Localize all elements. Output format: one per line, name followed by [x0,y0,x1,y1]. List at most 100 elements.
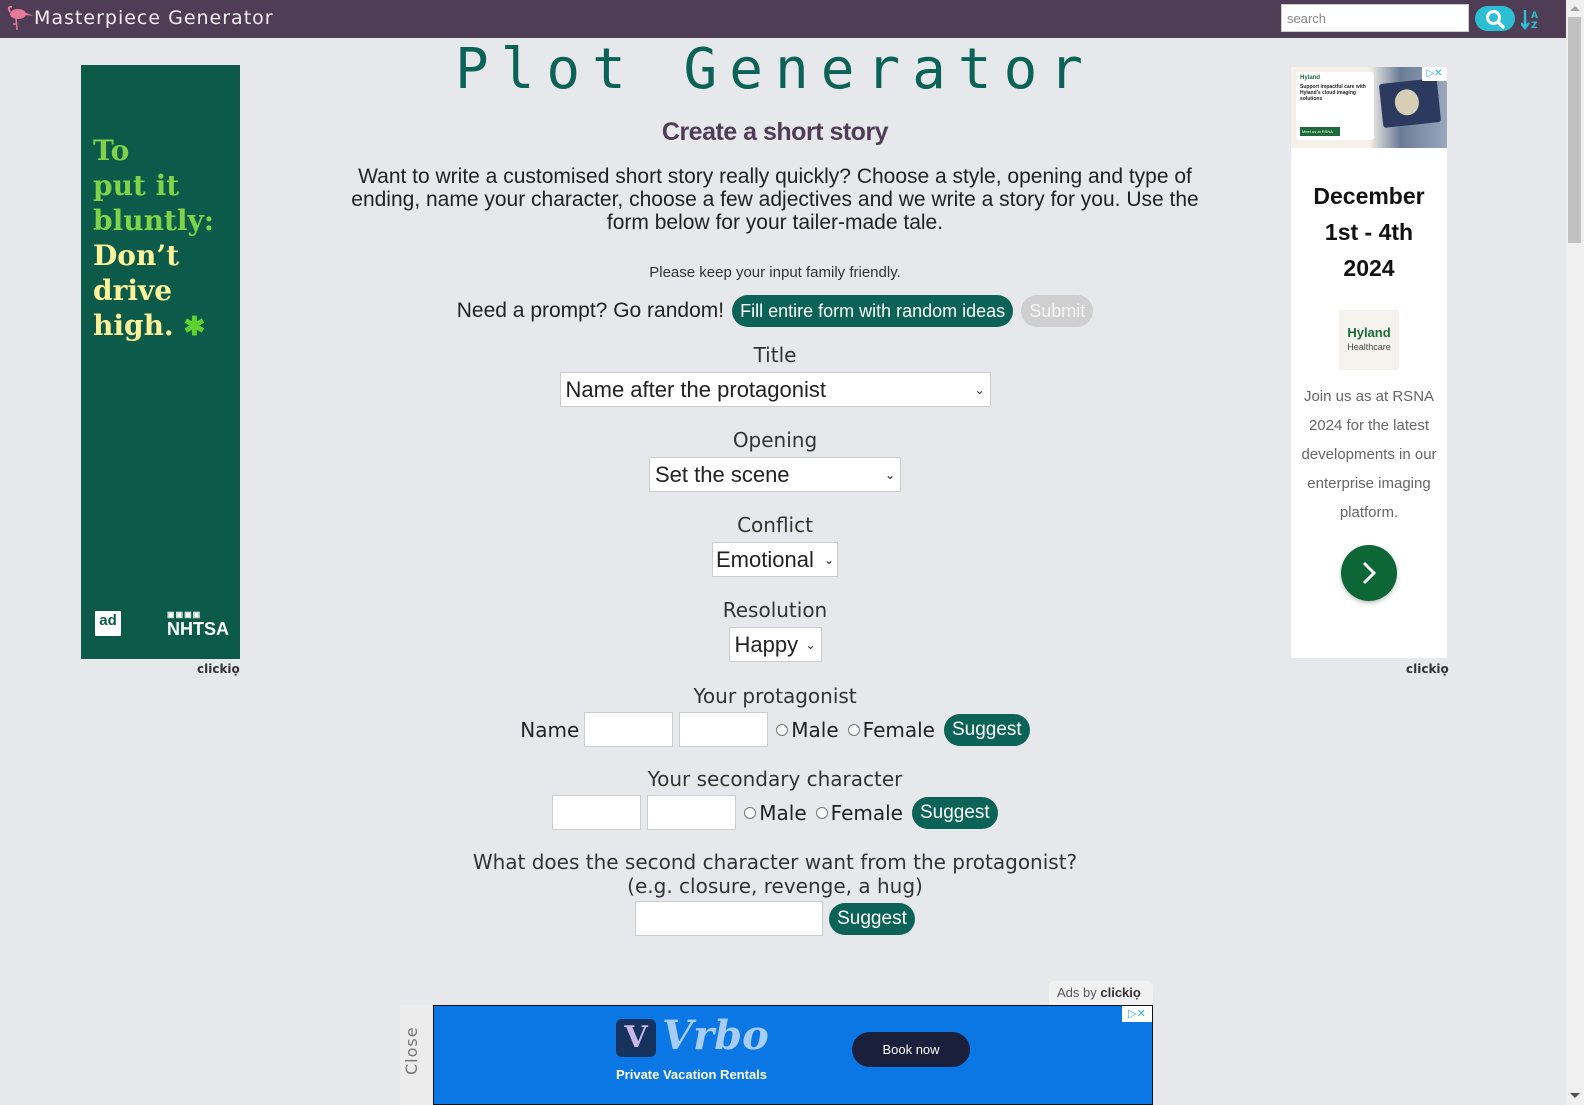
right-ad-card-logo: Hyland [1300,75,1321,81]
scrollbar-thumb[interactable] [1568,17,1581,243]
resolution-label: Resolution [722,598,828,622]
ad-line-text: high. [93,309,174,342]
submit-button[interactable]: Submit [1021,295,1094,327]
date-line: 2024 [1343,255,1395,281]
scroll-up-arrow-icon[interactable] [1570,6,1580,11]
search-input[interactable] [1281,4,1469,32]
vrbo-tagline: Private Vacation Rentals [616,1067,768,1082]
resolution-select-value: Happy [734,631,799,657]
nhtsa-text: NHTSA [167,619,229,639]
protagonist-suggest-button[interactable]: Suggest [943,713,1030,746]
right-banner-ad[interactable]: Hyland Support impactful care with Hylan… [1291,67,1447,658]
ad-line: Don’t [93,239,179,272]
chevron-down-icon: ⌄ [974,382,985,397]
skull-scan-icon [1393,88,1421,117]
secondary-first-name-input[interactable] [552,795,642,830]
vrbo-wordmark: Vrbo [662,1012,769,1059]
ad-line: high. ✱ [93,308,214,345]
top-nav-bar: Masterpiece Generator A Z [0,0,1566,38]
want-suggest-button[interactable]: Suggest [829,902,915,935]
radio-label: Male [791,717,839,742]
search-button[interactable] [1475,6,1515,31]
nhtsa-pictograms-icon: ▣▣▣▣ [167,610,202,619]
opening-label: Opening [732,428,818,452]
adchoices-icon[interactable]: ▷✕ [1122,1006,1152,1022]
radio-label: Female [830,800,903,825]
chevron-down-icon: ⌄ [884,467,895,482]
scroll-down-arrow-icon[interactable] [1570,1093,1580,1098]
main-content: Plot Generator Create a short story Want… [330,38,1220,936]
hyland-logo-sub: Healthcare [1347,342,1391,352]
resolution-select[interactable]: Happy ⌄ [728,627,822,662]
secondary-suggest-button[interactable]: Suggest [911,796,998,829]
book-now-button[interactable]: Book now [852,1032,970,1067]
conflict-field: Conflict Emotional ⌄ [330,513,1220,577]
ad-line: To [93,134,130,167]
secondary-last-name-input[interactable] [647,795,737,830]
date-line: December [1313,183,1425,209]
opening-field: Opening Set the scene ⌄ [330,428,1220,492]
close-ad-label: Close [402,1026,421,1075]
brand-link[interactable]: Masterpiece Generator [4,4,274,32]
brand-name: Masterpiece Generator [34,7,274,29]
adchoices-icon[interactable]: ▷✕ [1422,67,1447,81]
title-select[interactable]: Name after the protagonist ⌄ [559,372,991,407]
left-ad-copy: To put it bluntly: Don’t drive high. ✱ [93,133,214,345]
right-ad-card: Hyland Support impactful care with Hylan… [1296,72,1374,140]
ads-by-brand: clickiọ [1100,985,1141,1000]
radio-label: Male [759,800,807,825]
radio-circle-icon [744,806,757,819]
radio-circle-icon [815,806,828,819]
ad-line: drive [93,274,173,307]
protagonist-first-name-input[interactable] [584,712,674,747]
opening-select[interactable]: Set the scene ⌄ [649,457,901,492]
clickio-label-left: clickiọ [197,662,240,676]
title-select-value: Name after the protagonist [565,376,826,402]
protagonist-last-name-input[interactable] [679,712,769,747]
intro-text: Want to write a customised short story r… [351,165,1199,234]
resolution-field: Resolution Happy ⌄ [330,598,1220,662]
secondary-male-radio[interactable]: Male [744,800,807,825]
right-ad-next-button[interactable] [1341,545,1397,601]
clickio-label-right: clickiọ [1406,662,1449,676]
protagonist-section: Your protagonist Name Male Female Sugges… [330,684,1220,747]
ad-council-logo: ad [95,611,121,636]
random-fill-button[interactable]: Fill entire form with random ideas [732,295,1014,327]
title-field: Title Name after the protagonist ⌄ [330,343,1220,407]
left-banner-ad[interactable]: To put it bluntly: Don’t drive high. ✱ a… [81,65,240,659]
search-icon [1486,9,1505,29]
flamingo-logo-icon [4,4,34,32]
svg-text:Z: Z [1531,21,1538,30]
radio-circle-icon [847,723,860,736]
secondary-female-radio[interactable]: Female [815,800,903,825]
conflict-select[interactable]: Emotional ⌄ [712,542,838,577]
bottom-banner-ad[interactable]: V Vrbo Private Vacation Rentals Book now… [433,1005,1153,1105]
want-input[interactable] [635,901,824,936]
protagonist-male-radio[interactable]: Male [776,717,839,742]
leaf-icon: ✱ [183,312,206,342]
sort-az-icon[interactable]: A Z [1520,8,1539,31]
right-ad-date: December 1st - 4th 2024 [1291,178,1447,286]
conflict-select-value: Emotional [716,546,814,572]
page-subtitle: Create a short story [661,118,889,146]
random-prompt-label: Need a prompt? Go random! [456,299,725,322]
chevron-down-icon: ⌄ [805,637,816,652]
opening-select-value: Set the scene [655,461,790,487]
secondary-section: Your secondary character Male Female Sug… [330,767,1220,830]
radio-label: Female [862,717,935,742]
page-scrollbar[interactable] [1566,0,1584,1105]
conflict-label: Conflict [737,513,813,537]
ads-by-text: Ads by [1057,985,1097,1000]
want-hint: (e.g. closure, revenge, a hug) [627,874,923,898]
protagonist-female-radio[interactable]: Female [847,717,935,742]
hyland-logo: Hyland Healthcare [1339,310,1399,370]
nhtsa-logo: ▣▣▣▣ NHTSA [167,610,229,640]
name-label: Name [520,717,580,742]
title-label: Title [753,343,797,367]
close-ad-button[interactable]: Close [400,1005,433,1105]
want-question: What does the second character want from… [472,850,1078,874]
random-row: Need a prompt? Go random! Fill entire fo… [330,295,1220,327]
right-ad-card-title: Support impactful care with Hyland’s clo… [1300,84,1366,102]
radio-circle-icon [776,723,789,736]
ad-line: bluntly: [93,204,215,237]
